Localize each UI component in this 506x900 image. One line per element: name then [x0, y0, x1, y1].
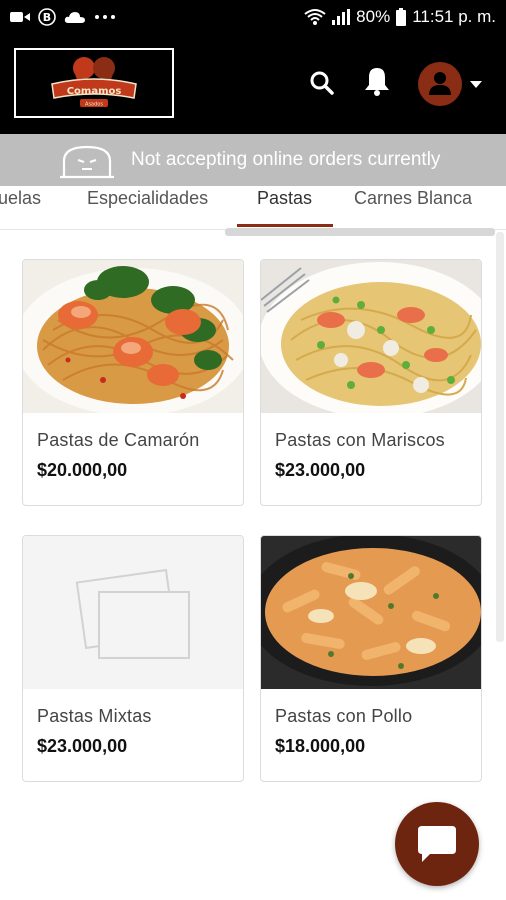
tab-category-0[interactable]: uelas — [0, 188, 41, 209]
signal-icon — [332, 9, 351, 25]
video-icon — [10, 12, 30, 22]
product-card[interactable]: Pastas de Camarón $20.000,00 — [22, 259, 244, 506]
status-bar-right: 80% 11:51 p. m. — [304, 7, 496, 27]
clock: 11:51 p. m. — [412, 7, 496, 26]
tab-especialidades[interactable]: Especialidades — [87, 188, 208, 209]
chat-button[interactable] — [395, 802, 479, 886]
svg-text:B: B — [43, 11, 51, 24]
product-card[interactable]: Pastas con Pollo $18.000,00 — [260, 535, 482, 782]
battery-icon — [396, 8, 407, 26]
tabs-scrollbar[interactable] — [225, 228, 495, 236]
app-header: Comamos Asados — [0, 34, 506, 134]
seafood-pasta-photo — [261, 260, 481, 413]
product-price: $18.000,00 — [275, 736, 366, 756]
tab-carnes-blancas[interactable]: Carnes Blanca — [354, 188, 472, 209]
placeholder-image-icon — [23, 536, 243, 689]
product-price: $20.000,00 — [37, 460, 128, 480]
status-bar-left: B — [10, 8, 116, 26]
orders-closed-banner: Not accepting online orders currently — [0, 134, 506, 186]
restaurant-logo: Comamos Asados — [51, 57, 137, 108]
search-icon — [310, 71, 334, 95]
page-scrollbar[interactable] — [496, 232, 504, 642]
product-name: Pastas Mixtas — [37, 706, 152, 726]
product-name: Pastas con Mariscos — [275, 430, 445, 450]
account-icon — [418, 62, 462, 106]
status-bar: B 80% 11:51 p. m. — [0, 0, 506, 34]
chicken-pasta-photo — [261, 536, 481, 689]
product-price: $23.000,00 — [275, 460, 366, 480]
b-badge-icon: B — [38, 8, 56, 26]
tab-pastas[interactable]: Pastas — [257, 188, 312, 209]
chat-bubble-icon — [418, 826, 456, 862]
account-menu-button[interactable] — [416, 61, 484, 107]
product-card[interactable]: Pastas con Mariscos $23.000,00 — [260, 259, 482, 506]
product-name: Pastas con Pollo — [275, 706, 413, 726]
category-tabs: uelas Especialidades Pastas Carnes Blanc… — [0, 186, 506, 230]
closed-sign-icon — [60, 145, 114, 179]
product-card[interactable]: Pastas Mixtas $23.000,00 — [22, 535, 244, 782]
active-tab-indicator — [237, 224, 333, 227]
logo-wordmark: Comamos — [67, 86, 122, 97]
shrimp-pasta-photo — [23, 260, 243, 413]
battery-percent: 80% — [356, 7, 391, 26]
product-name: Pastas de Camarón — [37, 430, 200, 450]
product-price: $23.000,00 — [37, 736, 128, 756]
search-button[interactable] — [306, 67, 338, 99]
bell-icon — [365, 68, 389, 96]
chevron-down-icon — [470, 81, 482, 88]
banner-text: Not accepting online orders currently — [131, 149, 441, 170]
logo-link[interactable]: Comamos Asados — [14, 48, 174, 118]
logo-subtext: Asados — [85, 102, 103, 108]
product-image-placeholder — [23, 536, 243, 689]
more-dots-icon — [95, 15, 115, 19]
wifi-icon — [304, 9, 326, 25]
cloud-icon — [64, 12, 85, 23]
notifications-button[interactable] — [360, 64, 394, 98]
